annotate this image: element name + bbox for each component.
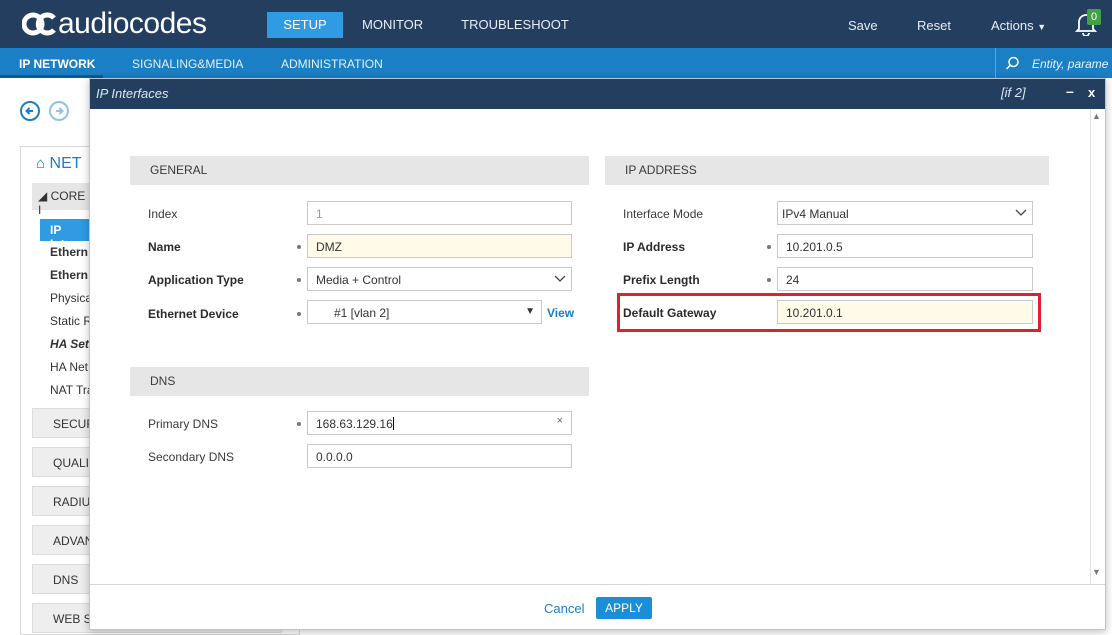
required-dot — [297, 245, 301, 249]
reset-button[interactable]: Reset — [917, 18, 951, 33]
interface-mode-value: IPv4 Manual — [782, 207, 849, 221]
highlight-box — [617, 293, 1041, 332]
tab-setup[interactable]: SETUP — [267, 12, 343, 38]
prefix-length-input[interactable]: 24 — [777, 267, 1033, 291]
tab-troubleshoot[interactable]: TROUBLESHOOT — [442, 12, 588, 38]
tree-title-label: NET — [49, 155, 82, 172]
home-icon: ⌂ — [36, 155, 46, 172]
ethernet-device-label: Ethernet Device — [148, 307, 239, 321]
tab-administration[interactable]: ADMINISTRATION — [281, 57, 383, 71]
ip-address-input[interactable]: 10.201.0.5 — [777, 234, 1033, 258]
view-link[interactable]: View — [547, 306, 574, 320]
section-ip-address-header: IP ADDRESS — [605, 156, 1049, 185]
audiocodes-logo: audiocodes — [22, 6, 207, 42]
dialog-scrollbar[interactable] — [1090, 109, 1105, 584]
arrow-right-icon — [56, 107, 64, 115]
ip-interfaces-dialog: IP Interfaces [if 2] – x ▲ ▼ GENERAL Ind… — [89, 78, 1106, 630]
scroll-down-icon[interactable]: ▼ — [1092, 567, 1101, 577]
apply-button[interactable]: APPLY — [596, 597, 652, 619]
tree-item-ip-interfaces[interactable]: IP Inter — [40, 219, 90, 251]
tree-group-label: WEB S — [53, 612, 92, 626]
tree-group-label: DNS — [53, 573, 79, 587]
forward-arrow-icon[interactable] — [49, 101, 69, 121]
section-dns-header: DNS — [130, 367, 589, 396]
tree-item[interactable]: NAT Tra — [50, 383, 94, 397]
tree-item[interactable]: HA Set — [50, 337, 89, 351]
logo-text: audiocodes — [58, 7, 207, 40]
application-type-select[interactable]: Media + Control — [307, 267, 572, 291]
interface-mode-label: Interface Mode — [623, 207, 704, 221]
actions-menu[interactable]: Actions ▼ — [991, 18, 1046, 33]
section-general-header: GENERAL — [130, 156, 589, 185]
application-type-value: Media + Control — [316, 273, 402, 287]
primary-dns-input[interactable]: 168.63.129.16 × — [307, 411, 572, 435]
tab-signaling-media[interactable]: SIGNALING&MEDIA — [132, 57, 243, 71]
logo-mark-icon — [22, 12, 56, 36]
chevron-down-icon — [1015, 209, 1027, 216]
tab-monitor[interactable]: MONITOR — [343, 12, 442, 38]
dialog-header: IP Interfaces [if 2] – x — [90, 79, 1105, 109]
name-field[interactable]: DMZ — [307, 234, 572, 258]
primary-dns-label: Primary DNS — [148, 417, 219, 431]
ip-address-label: IP Address — [623, 240, 686, 254]
tree-item[interactable]: Ethern — [50, 268, 88, 282]
clear-icon[interactable]: × — [557, 415, 563, 427]
interface-mode-select[interactable]: IPv4 Manual — [777, 201, 1033, 225]
tree-group-label: ADVAN — [53, 534, 94, 548]
prefix-length-label: Prefix Length — [623, 273, 700, 287]
active-tab-indicator — [0, 75, 103, 78]
secondary-navigation: IP NETWORK SIGNALING&MEDIA ADMINISTRATIO… — [0, 48, 1112, 78]
dialog-title: IP Interfaces — [96, 86, 169, 101]
secondary-dns-input[interactable]: 0.0.0.0 — [307, 444, 572, 468]
top-header: audiocodes SETUP MONITOR TROUBLESHOOT Sa… — [0, 0, 1112, 48]
tree-item[interactable]: Physica — [50, 291, 92, 305]
tree-group-core[interactable]: ◢ CORE I — [32, 183, 90, 217]
dialog-index-tag: [if 2] — [1001, 85, 1026, 100]
required-dot — [767, 278, 771, 282]
tree-item[interactable]: HA Net — [50, 360, 88, 374]
minimize-icon[interactable]: – — [1066, 83, 1074, 99]
actions-label: Actions — [991, 18, 1034, 33]
chevron-down-icon — [554, 275, 566, 282]
search-icon — [1005, 56, 1019, 70]
secondary-dns-label: Secondary DNS — [148, 450, 235, 464]
ethernet-device-select[interactable]: #1 [vlan 2] ▼ — [307, 300, 542, 324]
notification-badge: 0 — [1087, 9, 1101, 25]
caret-down-icon: ▼ — [1037, 22, 1047, 32]
tree-group-label: QUALI — [53, 456, 90, 470]
top-navigation: SETUP MONITOR TROUBLESHOOT — [267, 12, 588, 38]
name-label: Name — [148, 240, 181, 254]
ethernet-device-value: #1 [vlan 2] — [334, 306, 390, 320]
arrow-left-icon — [25, 107, 33, 115]
index-label: Index — [148, 207, 178, 221]
tree-title: ⌂ NET — [36, 155, 82, 173]
primary-dns-value: 168.63.129.16 — [316, 417, 393, 431]
cancel-button[interactable]: Cancel — [544, 601, 584, 616]
dialog-footer-divider — [90, 584, 1105, 585]
application-type-label: Application Type — [148, 273, 244, 287]
index-field: 1 — [307, 201, 572, 225]
tree-group-label: RADIU — [53, 495, 91, 509]
save-button[interactable]: Save — [848, 18, 878, 33]
required-dot — [767, 245, 771, 249]
text-cursor — [392, 417, 394, 430]
required-dot — [297, 312, 301, 316]
search-input[interactable]: Entity, parame — [1032, 57, 1108, 71]
tab-ip-network[interactable]: IP NETWORK — [19, 57, 95, 71]
tree-item[interactable]: Ethern — [50, 245, 88, 259]
caret-down-icon: ▼ — [525, 306, 535, 317]
required-dot — [297, 278, 301, 282]
scroll-up-icon[interactable]: ▲ — [1092, 111, 1101, 121]
back-arrow-icon[interactable] — [20, 101, 40, 121]
close-icon[interactable]: x — [1088, 85, 1095, 100]
required-dot — [297, 422, 301, 426]
tree-item[interactable]: Static R — [50, 314, 92, 328]
